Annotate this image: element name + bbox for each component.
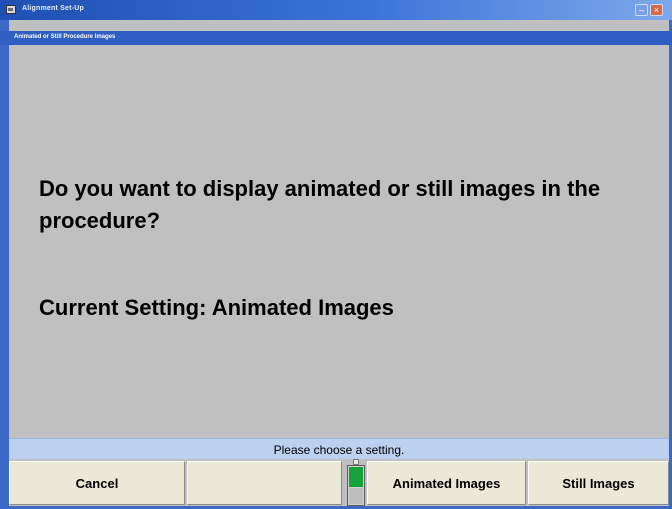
screen-header: Animated or Still Procedure Images (0, 31, 672, 45)
close-button[interactable]: × (650, 4, 663, 16)
main-content: Do you want to display animated or still… (9, 45, 669, 438)
app-icon (6, 5, 16, 14)
softkey-bar: Cancel Animated Images Still Images (9, 459, 669, 506)
status-bar: Please choose a setting. (9, 438, 669, 459)
still-images-button[interactable]: Still Images (528, 461, 669, 505)
status-message: Please choose a setting. (273, 443, 405, 457)
toggle-body (347, 465, 365, 506)
minimize-button[interactable]: – (635, 4, 648, 16)
cancel-button[interactable]: Cancel (9, 461, 185, 505)
blank-softkey-button[interactable] (187, 461, 342, 505)
toggle-off-segment (349, 488, 363, 504)
animated-images-button[interactable]: Animated Images (367, 461, 526, 505)
toggle-on-segment (349, 467, 363, 487)
app-window: Alignment Set-Up – × Animated or Still P… (0, 0, 672, 509)
question-text: Do you want to display animated or still… (39, 176, 601, 233)
current-setting-text: Current Setting: Animated Images (39, 295, 394, 320)
title-bar[interactable]: Alignment Set-Up – × (0, 0, 672, 20)
toggle-indicator-icon (347, 459, 365, 506)
window-title: Alignment Set-Up (22, 5, 84, 12)
screen-title: Animated or Still Procedure Images (14, 34, 116, 40)
